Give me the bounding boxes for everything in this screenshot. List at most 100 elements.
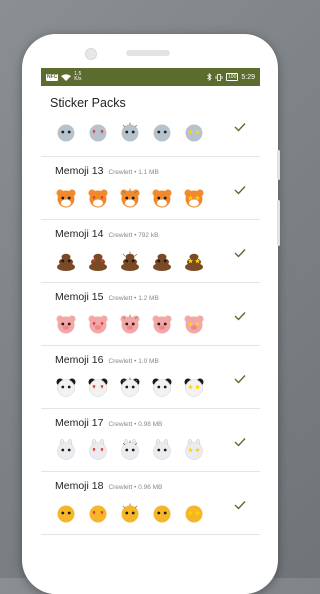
pack-header: Memoji 18 Crewlett • 0.96 MB xyxy=(55,480,162,492)
check-icon xyxy=(234,375,246,384)
pack-header: Memoji 15 Crewlett • 1.2 MB xyxy=(55,291,159,303)
sticker-preview-list xyxy=(55,502,205,524)
pack-header: Memoji 13 Crewlett • 1.1 MB xyxy=(55,165,159,177)
pack-publisher: Crewlett xyxy=(108,232,133,239)
pack-publisher: Crewlett xyxy=(108,169,133,176)
pack-size: 0.98 MB xyxy=(138,421,163,428)
rabbit-sticker-icon xyxy=(185,439,203,460)
network-speed: 1.5 K/s xyxy=(74,72,81,82)
pig-sticker-icon xyxy=(152,315,172,334)
pack-name: Memoji 14 xyxy=(55,228,104,240)
sticker-preview-list xyxy=(55,121,205,143)
panda-sticker-icon xyxy=(56,378,76,397)
panda-sticker-icon xyxy=(184,378,204,397)
pack-publisher: Crewlett xyxy=(108,484,133,491)
power-button xyxy=(277,200,280,246)
poop-sticker-icon xyxy=(153,253,171,271)
status-bar: NFC 1.5 K/s 100 5:29 xyxy=(41,68,260,86)
meta-separator: • xyxy=(134,421,137,428)
nfc-badge: NFC xyxy=(46,73,59,81)
rabbit-sticker-icon xyxy=(121,439,139,460)
pack-name: Memoji 13 xyxy=(55,165,104,177)
poop-sticker-icon xyxy=(89,253,107,271)
pack-size: 1.2 MB xyxy=(138,295,159,302)
pack-meta: Crewlett • 0.98 MB xyxy=(108,421,162,428)
chick-sticker-icon xyxy=(185,505,203,523)
pack-name: Memoji 17 xyxy=(55,417,104,429)
pack-size: 1.1 MB xyxy=(138,169,159,176)
sticker-pack-row[interactable]: Memoji 16 Crewlett • 1.0 MB xyxy=(41,346,260,409)
pack-meta: Crewlett • 792 kB xyxy=(108,232,158,239)
meta-separator: • xyxy=(134,484,137,491)
rabbit-sticker-icon xyxy=(89,439,107,460)
rabbit-sticker-icon xyxy=(153,439,171,460)
alien-sticker-icon xyxy=(153,124,171,142)
pack-header: Memoji 14 Crewlett • 792 kB xyxy=(55,228,158,240)
poop-sticker-icon xyxy=(185,253,203,271)
pig-sticker-icon xyxy=(56,315,76,334)
pack-publisher: Crewlett xyxy=(108,295,133,302)
sticker-pack-row[interactable] xyxy=(41,112,260,157)
bluetooth-icon xyxy=(207,73,212,81)
pack-size: 792 kB xyxy=(138,232,159,239)
check-icon xyxy=(234,186,246,195)
pack-name: Memoji 18 xyxy=(55,480,104,492)
sticker-pack-row[interactable]: Memoji 14 Crewlett • 792 kB xyxy=(41,220,260,283)
fox-sticker-icon xyxy=(184,189,204,208)
alien-sticker-icon xyxy=(121,122,139,142)
sticker-pack-row[interactable]: Memoji 18 Crewlett • 0.96 MB xyxy=(41,472,260,535)
sticker-pack-row[interactable]: Memoji 17 Crewlett • 0.98 MB xyxy=(41,409,260,472)
chick-sticker-icon xyxy=(121,503,139,523)
wifi-icon xyxy=(61,73,72,81)
pack-header: Memoji 17 Crewlett • 0.98 MB xyxy=(55,417,162,429)
pig-sticker-icon xyxy=(184,315,204,334)
poop-sticker-icon xyxy=(121,251,139,271)
front-camera xyxy=(85,48,97,60)
sticker-pack-row[interactable]: Memoji 13 Crewlett • 1.1 MB xyxy=(41,157,260,220)
fox-sticker-icon xyxy=(56,189,76,208)
alien-sticker-icon xyxy=(57,124,75,142)
sticker-pack-row[interactable]: Memoji 15 Crewlett • 1.2 MB xyxy=(41,283,260,346)
meta-separator: • xyxy=(134,295,137,302)
volume-button xyxy=(277,150,280,180)
phone-frame: NFC 1.5 K/s 100 5:29 Sticker Packs Memoj… xyxy=(22,34,278,594)
pig-sticker-icon xyxy=(120,314,140,334)
pack-size: 0.96 MB xyxy=(138,484,163,491)
meta-separator: • xyxy=(134,169,137,176)
check-icon xyxy=(234,312,246,321)
chick-sticker-icon xyxy=(89,505,107,523)
pack-meta: Crewlett • 1.0 MB xyxy=(108,358,158,365)
fox-sticker-icon xyxy=(152,189,172,208)
pack-meta: Crewlett • 1.1 MB xyxy=(108,169,158,176)
meta-separator: • xyxy=(134,232,137,239)
pack-name: Memoji 16 xyxy=(55,354,104,366)
poop-sticker-icon xyxy=(57,253,75,271)
pack-name: Memoji 15 xyxy=(55,291,104,303)
chick-sticker-icon xyxy=(57,505,75,523)
pack-meta: Crewlett • 0.96 MB xyxy=(108,484,162,491)
alien-sticker-icon xyxy=(185,124,203,142)
panda-sticker-icon xyxy=(152,378,172,397)
chick-sticker-icon xyxy=(153,505,171,523)
app-screen: NFC 1.5 K/s 100 5:29 Sticker Packs Memoj… xyxy=(41,68,260,594)
sticker-preview-list xyxy=(55,187,205,209)
pack-meta: Crewlett • 1.2 MB xyxy=(108,295,158,302)
pack-publisher: Crewlett xyxy=(108,358,133,365)
check-icon xyxy=(234,438,246,447)
check-icon xyxy=(234,249,246,258)
sticker-preview-list xyxy=(55,439,205,461)
rabbit-sticker-icon xyxy=(57,439,75,460)
panda-sticker-icon xyxy=(120,377,140,397)
panda-sticker-icon xyxy=(88,378,108,397)
page-title: Sticker Packs xyxy=(50,96,126,110)
sticker-preview-list xyxy=(55,376,205,398)
sticker-preview-list xyxy=(55,313,205,335)
sticker-preview-list xyxy=(55,250,205,272)
alien-sticker-icon xyxy=(89,124,107,142)
pack-publisher: Crewlett xyxy=(108,421,133,428)
pig-sticker-icon xyxy=(88,315,108,334)
check-icon xyxy=(234,501,246,510)
pack-header: Memoji 16 Crewlett • 1.0 MB xyxy=(55,354,159,366)
battery-indicator: 100 xyxy=(226,73,239,81)
network-speed-unit: K/s xyxy=(74,76,82,82)
